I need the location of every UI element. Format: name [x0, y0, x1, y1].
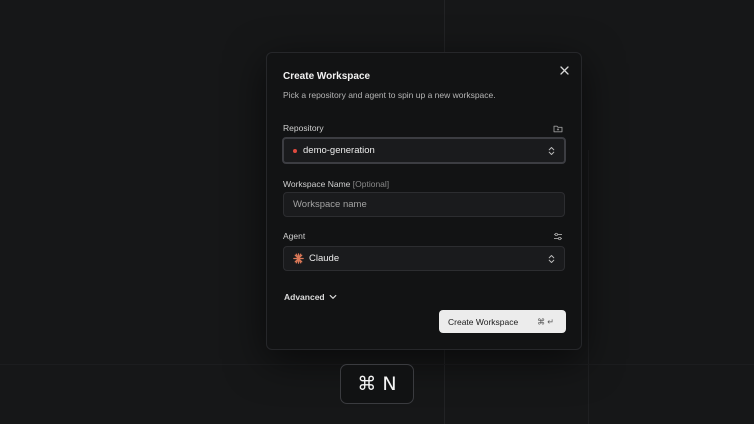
optional-tag: [Optional]	[352, 179, 390, 189]
chevron-up-down-icon	[547, 146, 555, 156]
agent-select[interactable]: Claude	[283, 246, 565, 271]
repository-select[interactable]: demo-generation	[282, 137, 566, 164]
sliders-icon[interactable]	[553, 231, 563, 241]
keyboard-shortcut-hint: ⌘ ↵	[537, 317, 554, 326]
repo-status-dot	[293, 148, 297, 153]
create-workspace-dialog: Create Workspace Pick a repository and a…	[266, 52, 582, 350]
workspace-name-label-text: Workspace Name	[283, 179, 351, 189]
background-pane-divider	[588, 150, 589, 424]
agent-value: Claude	[309, 253, 340, 264]
workspace-name-field[interactable]	[283, 192, 565, 217]
chevron-down-icon	[329, 292, 337, 302]
create-workspace-button[interactable]: Create Workspace ⌘ ↵	[439, 310, 566, 333]
agent-label: Agent	[283, 231, 306, 241]
dialog-subtitle: Pick a repository and agent to spin up a…	[283, 90, 496, 100]
close-icon[interactable]	[557, 63, 571, 77]
create-workspace-label: Create Workspace	[448, 316, 519, 327]
workspace-name-input[interactable]	[293, 199, 555, 210]
advanced-toggle[interactable]: Advanced	[284, 292, 337, 302]
repository-label: Repository	[283, 123, 324, 133]
claude-icon	[293, 253, 304, 264]
dialog-title: Create Workspace	[283, 71, 371, 82]
repository-value: demo-generation	[303, 145, 375, 156]
shortcut-keycap: ⌘ N	[340, 364, 414, 404]
workspace-name-label: Workspace Name [Optional]	[283, 179, 389, 189]
advanced-label: Advanced	[284, 292, 325, 302]
chevron-up-down-icon	[547, 254, 555, 264]
folder-icon[interactable]	[553, 123, 563, 133]
